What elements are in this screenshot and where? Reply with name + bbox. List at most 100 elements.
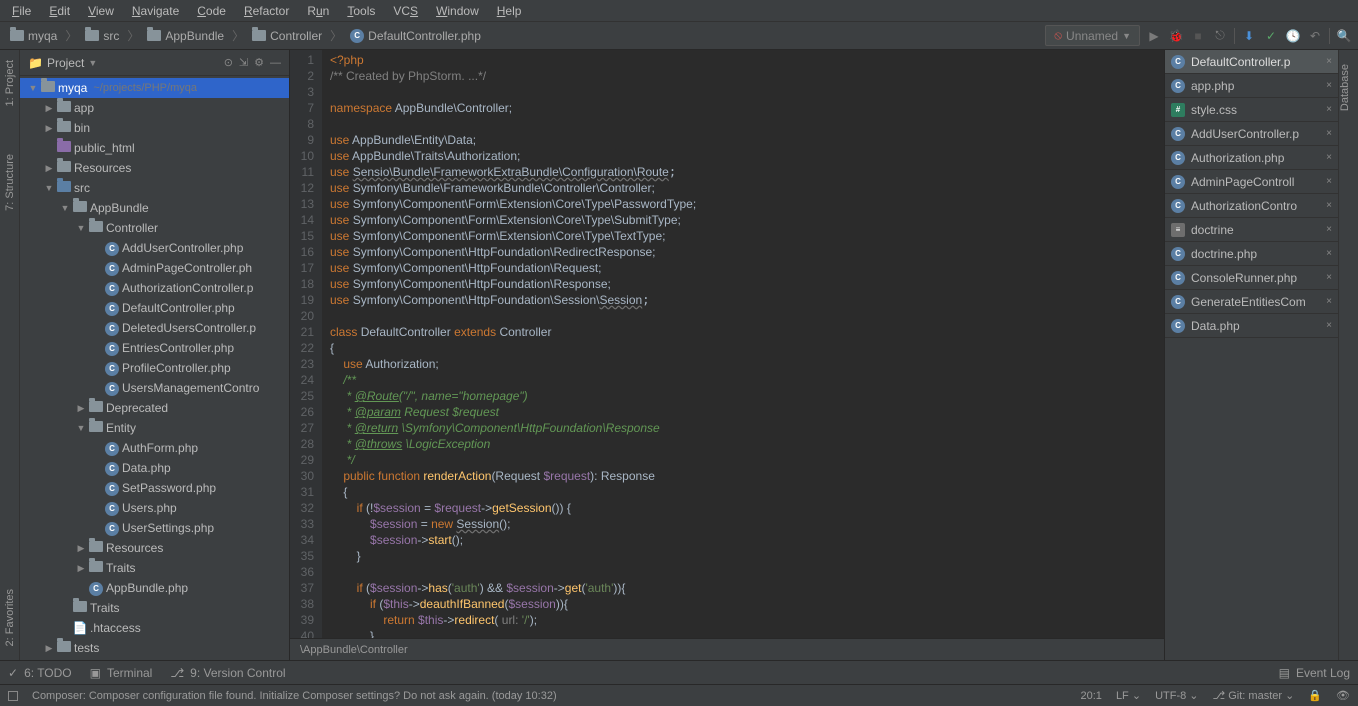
breadcrumb-item[interactable]: CDefaultController.php [346, 27, 485, 45]
line-separator[interactable]: LF ⌄ [1116, 689, 1141, 702]
tree-node[interactable]: ▶bin [20, 118, 289, 138]
tree-node[interactable]: ▼myqa~/projects/PHP/myqa [20, 78, 289, 98]
vcs-history-icon[interactable]: 🕓 [1285, 28, 1301, 44]
tab-structure[interactable]: 7: Structure [4, 150, 16, 215]
close-icon[interactable]: × [1326, 320, 1332, 331]
tree-node[interactable]: CAuthorizationController.p [20, 278, 289, 298]
tree-node[interactable]: public_html [20, 138, 289, 158]
tree-node[interactable]: ▼src [20, 178, 289, 198]
tree-node[interactable]: CAddUserController.php [20, 238, 289, 258]
tree-node[interactable]: CDefaultController.php [20, 298, 289, 318]
file-tab[interactable]: CAddUserController.p× [1165, 122, 1338, 146]
vcs-button[interactable]: ⎇ 9: Version Control [170, 666, 285, 680]
file-tab[interactable]: CAuthorizationContro× [1165, 194, 1338, 218]
tab-database[interactable]: Database [1339, 60, 1351, 115]
menu-file[interactable]: File [4, 2, 39, 20]
close-icon[interactable]: × [1326, 272, 1332, 283]
file-tab[interactable]: CConsoleRunner.php× [1165, 266, 1338, 290]
collapse-all-icon[interactable]: ⇲ [239, 56, 248, 69]
gear-icon[interactable]: ⚙ [254, 56, 264, 69]
event-log-button[interactable]: ▤ Event Log [1279, 666, 1350, 680]
tab-project[interactable]: 1: Project [4, 56, 16, 110]
tree-node[interactable]: ▼Entity [20, 418, 289, 438]
close-icon[interactable]: × [1326, 176, 1332, 187]
hide-icon[interactable]: — [270, 57, 281, 69]
menu-edit[interactable]: Edit [41, 2, 78, 20]
tree-node[interactable]: CAuthForm.php [20, 438, 289, 458]
close-icon[interactable]: × [1326, 104, 1332, 115]
menu-view[interactable]: View [80, 2, 122, 20]
status-message[interactable]: Composer: Composer configuration file fo… [32, 690, 1067, 702]
file-tab[interactable]: CAuthorization.php× [1165, 146, 1338, 170]
menu-run[interactable]: Run [299, 2, 337, 20]
inspector-icon[interactable]: 👁 [1336, 689, 1350, 702]
menu-window[interactable]: Window [428, 2, 487, 20]
file-tab[interactable]: CDefaultController.p× [1165, 50, 1338, 74]
tree-node[interactable]: CSetPassword.php [20, 478, 289, 498]
file-tab[interactable]: CData.php× [1165, 314, 1338, 338]
tree-node[interactable]: ▶app [20, 98, 289, 118]
menu-navigate[interactable]: Navigate [124, 2, 187, 20]
menu-code[interactable]: Code [189, 2, 234, 20]
stop-icon[interactable]: ■ [1190, 28, 1206, 44]
search-icon[interactable]: 🔍 [1336, 28, 1352, 44]
close-icon[interactable]: × [1326, 128, 1332, 139]
tree-node[interactable]: CUsers.php [20, 498, 289, 518]
code-editor[interactable]: 1237891011121314151617181920212223242526… [290, 50, 1164, 638]
menu-tools[interactable]: Tools [339, 2, 383, 20]
vcs-revert-icon[interactable]: ↶ [1307, 28, 1323, 44]
tree-node[interactable]: ▼Controller [20, 218, 289, 238]
tree-node[interactable]: CAdminPageController.ph [20, 258, 289, 278]
tree-node[interactable]: ▶tests [20, 638, 289, 658]
breadcrumb-item[interactable]: src [81, 27, 123, 45]
tree-node[interactable]: ▶Resources [20, 538, 289, 558]
attach-icon[interactable]: ⎋ [1212, 28, 1228, 44]
tree-node[interactable]: CEntriesController.php [20, 338, 289, 358]
tree-node[interactable]: CData.php [20, 458, 289, 478]
breadcrumb-item[interactable]: AppBundle [143, 27, 228, 45]
tree-node[interactable]: ▶Traits [20, 558, 289, 578]
file-tab[interactable]: ≡doctrine× [1165, 218, 1338, 242]
close-icon[interactable]: × [1326, 296, 1332, 307]
tool-window-toggle-icon[interactable] [8, 691, 18, 701]
menu-vcs[interactable]: VCS [385, 2, 426, 20]
close-icon[interactable]: × [1326, 200, 1332, 211]
file-tab[interactable]: Capp.php× [1165, 74, 1338, 98]
run-icon[interactable]: ▶ [1146, 28, 1162, 44]
debug-icon[interactable]: 🐞 [1168, 28, 1184, 44]
file-encoding[interactable]: UTF-8 ⌄ [1155, 689, 1198, 702]
file-tab[interactable]: CGenerateEntitiesCom× [1165, 290, 1338, 314]
file-tab[interactable]: Cdoctrine.php× [1165, 242, 1338, 266]
code-content[interactable]: <?php /** Created by PhpStorm. ...*/ nam… [322, 50, 1164, 638]
breadcrumb-item[interactable]: Controller [248, 27, 326, 45]
git-branch[interactable]: ⎇ Git: master ⌄ [1213, 689, 1295, 702]
file-tab[interactable]: #style.css× [1165, 98, 1338, 122]
lock-icon[interactable]: 🔒 [1308, 689, 1322, 702]
scroll-to-source-icon[interactable]: ⊙ [224, 56, 233, 69]
tree-node[interactable]: CUsersManagementContro [20, 378, 289, 398]
tree-node[interactable]: CDeletedUsersController.p [20, 318, 289, 338]
terminal-button[interactable]: ▣ Terminal [90, 666, 153, 680]
menu-help[interactable]: Help [489, 2, 530, 20]
tree-node[interactable]: ▶Deprecated [20, 398, 289, 418]
project-tree[interactable]: ▼myqa~/projects/PHP/myqa▶app▶binpublic_h… [20, 76, 289, 660]
tree-node[interactable]: 📄.htaccess [20, 618, 289, 638]
tab-favorites[interactable]: 2: Favorites [4, 585, 16, 650]
menu-refactor[interactable]: Refactor [236, 2, 297, 20]
file-tab[interactable]: CAdminPageControll× [1165, 170, 1338, 194]
tree-node[interactable]: ▶Resources [20, 158, 289, 178]
close-icon[interactable]: × [1326, 248, 1332, 259]
close-icon[interactable]: × [1326, 80, 1332, 91]
tree-node[interactable]: ▼AppBundle [20, 198, 289, 218]
todo-button[interactable]: ✓ 6: TODO [8, 666, 72, 680]
vcs-commit-icon[interactable]: ✓ [1263, 28, 1279, 44]
close-icon[interactable]: × [1326, 224, 1332, 235]
close-icon[interactable]: × [1326, 152, 1332, 163]
breadcrumb-item[interactable]: myqa [6, 27, 61, 45]
tree-node[interactable]: CUserSettings.php [20, 518, 289, 538]
tree-node[interactable]: CProfileController.php [20, 358, 289, 378]
tree-node[interactable]: CAppBundle.php [20, 578, 289, 598]
vcs-update-icon[interactable]: ⬇ [1241, 28, 1257, 44]
run-config-selector[interactable]: ⦸ Unnamed ▼ [1045, 25, 1140, 46]
tree-node[interactable]: Traits [20, 598, 289, 618]
